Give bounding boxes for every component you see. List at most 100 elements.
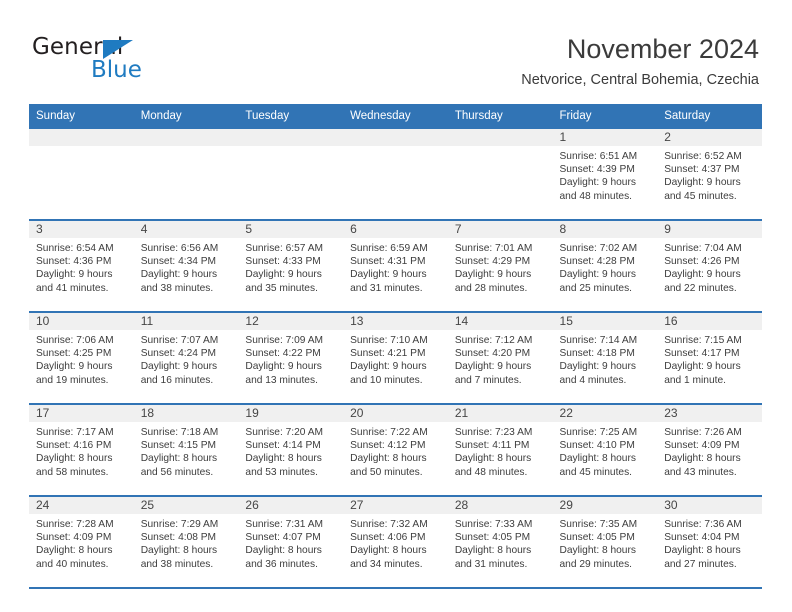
day-number: 29	[552, 497, 658, 514]
day-number: 11	[133, 313, 239, 330]
calendar-day-cell[interactable]: 30 Sunrise: 7:36 AM Sunset: 4:04 PM Dayligh…	[657, 496, 762, 587]
weekday-header-friday: Friday	[552, 104, 658, 128]
calendar-day-cell[interactable]: 24 Sunrise: 7:28 AM Sunset: 4:09 PM Dayligh…	[29, 496, 134, 587]
sunset-text: Sunset: 4:37 PM	[664, 164, 740, 176]
daylight-text-line2: and 10 minutes.	[350, 374, 423, 386]
day-details: Sunrise: 7:18 AM Sunset: 4:15 PM Daylight:…	[134, 422, 239, 479]
sunrise-text: Sunrise: 6:54 AM	[36, 243, 114, 254]
calendar-day-cell[interactable]: 5 Sunrise: 6:57 AM Sunset: 4:33 PM Daylight…	[238, 220, 344, 312]
daylight-text-line2: and 31 minutes.	[454, 558, 528, 570]
calendar-day-cell[interactable]: 7 Sunrise: 7:01 AM Sunset: 4:29 PM Daylight…	[447, 220, 553, 312]
day-details: Sunrise: 6:59 AM Sunset: 4:31 PM Daylight:…	[343, 238, 448, 295]
calendar-day-cell[interactable]: 15 Sunrise: 7:14 AM Sunset: 4:18 PM Dayligh…	[552, 312, 658, 404]
calendar-day-cell[interactable]: 13 Sunrise: 7:10 AM Sunset: 4:21 PM Dayligh…	[343, 312, 448, 404]
daylight-text-line2: and 48 minutes.	[454, 466, 528, 478]
sunrise-text: Sunrise: 7:02 AM	[559, 243, 638, 254]
day-number: 26	[238, 497, 344, 514]
daylight-text-line2: and 56 minutes.	[140, 466, 214, 478]
calendar-day-cell[interactable]: 28 Sunrise: 7:33 AM Sunset: 4:05 PM Dayligh…	[447, 496, 553, 587]
daylight-text-line2: and 40 minutes.	[36, 558, 109, 570]
daylight-text-line1: Daylight: 8 hours	[140, 545, 218, 557]
calendar-day-cell[interactable]: 4 Sunrise: 6:56 AM Sunset: 4:34 PM Daylight…	[133, 220, 239, 312]
calendar-day-cell[interactable]: 2 Sunrise: 6:52 AM Sunset: 4:37 PM Daylight…	[657, 128, 762, 220]
daylight-text-line1: Daylight: 8 hours	[140, 453, 218, 465]
weekday-header-tuesday: Tuesday	[238, 104, 344, 128]
day-number: 10	[29, 313, 134, 330]
calendar-day-cell[interactable]: 25 Sunrise: 7:29 AM Sunset: 4:08 PM Dayligh…	[133, 496, 239, 587]
daylight-text-line1: Daylight: 9 hours	[140, 269, 218, 281]
day-details: Sunrise: 7:06 AM Sunset: 4:25 PM Daylight:…	[29, 330, 134, 387]
day-details: Sunrise: 7:14 AM Sunset: 4:18 PM Daylight:…	[553, 330, 658, 387]
calendar-week-row: 24 Sunrise: 7:28 AM Sunset: 4:09 PM Dayligh…	[29, 496, 762, 587]
daylight-text-line1: Daylight: 9 hours	[245, 361, 322, 373]
daylight-text-line2: and 38 minutes.	[140, 282, 214, 294]
day-details: Sunrise: 7:07 AM Sunset: 4:24 PM Daylight:…	[134, 330, 239, 387]
sunrise-text: Sunrise: 7:15 AM	[664, 335, 742, 346]
sunrise-text: Sunrise: 6:56 AM	[140, 243, 219, 254]
day-number: 8	[552, 221, 658, 238]
page-subtitle: Netvorice, Central Bohemia, Czechia	[521, 72, 759, 88]
day-details: Sunrise: 7:35 AM Sunset: 4:05 PM Daylight:…	[553, 514, 658, 571]
general-blue-logo[interactable]: General Blue	[32, 34, 232, 90]
daylight-text-line2: and 4 minutes.	[559, 374, 627, 386]
sunset-text: Sunset: 4:16 PM	[36, 440, 112, 452]
calendar-day-cell[interactable]: 10 Sunrise: 7:06 AM Sunset: 4:25 PM Dayligh…	[29, 312, 134, 404]
calendar-day-cell[interactable]: 6 Sunrise: 6:59 AM Sunset: 4:31 PM Daylight…	[343, 220, 448, 312]
day-details: Sunrise: 7:02 AM Sunset: 4:28 PM Daylight:…	[553, 238, 658, 295]
calendar-day-cell[interactable]: 26 Sunrise: 7:31 AM Sunset: 4:07 PM Dayligh…	[238, 496, 344, 587]
sunrise-text: Sunrise: 7:14 AM	[559, 335, 638, 346]
daylight-text-line2: and 41 minutes.	[36, 282, 109, 294]
daylight-text-line2: and 13 minutes.	[245, 374, 318, 386]
day-number: 12	[238, 313, 344, 330]
daylight-text-line2: and 19 minutes.	[36, 374, 109, 386]
sunrise-text: Sunrise: 7:23 AM	[454, 427, 533, 438]
calendar-day-cell[interactable]: 18 Sunrise: 7:18 AM Sunset: 4:15 PM Dayligh…	[133, 404, 239, 496]
sunset-text: Sunset: 4:06 PM	[350, 532, 426, 544]
calendar-day-cell[interactable]: 12 Sunrise: 7:09 AM Sunset: 4:22 PM Dayligh…	[238, 312, 344, 404]
daylight-text-line2: and 48 minutes.	[559, 190, 633, 202]
calendar-day-cell[interactable]: 17 Sunrise: 7:17 AM Sunset: 4:16 PM Dayligh…	[29, 404, 134, 496]
daylight-text-line1: Daylight: 9 hours	[36, 269, 113, 281]
day-number: 27	[343, 497, 448, 514]
daylight-text-line1: Daylight: 8 hours	[559, 545, 636, 557]
daylight-text-line1: Daylight: 9 hours	[350, 361, 427, 373]
calendar-day-cell[interactable]: 14 Sunrise: 7:12 AM Sunset: 4:20 PM Dayligh…	[447, 312, 553, 404]
calendar-day-cell[interactable]: 16 Sunrise: 7:15 AM Sunset: 4:17 PM Dayligh…	[657, 312, 762, 404]
title-block: November 2024 Netvorice, Central Bohemia…	[521, 32, 759, 89]
day-number: 19	[238, 405, 344, 422]
calendar-day-cell[interactable]: 21 Sunrise: 7:23 AM Sunset: 4:11 PM Dayligh…	[447, 404, 553, 496]
calendar-day-cell[interactable]: 8 Sunrise: 7:02 AM Sunset: 4:28 PM Daylight…	[552, 220, 658, 312]
weekday-header-thursday: Thursday	[447, 104, 553, 128]
day-details: Sunrise: 7:17 AM Sunset: 4:16 PM Daylight:…	[29, 422, 134, 479]
page-header: General Blue November 2024 Netvorice, Ce…	[0, 0, 792, 100]
calendar-day-cell[interactable]: 23 Sunrise: 7:26 AM Sunset: 4:09 PM Dayligh…	[657, 404, 762, 496]
calendar-day-cell[interactable]: 27 Sunrise: 7:32 AM Sunset: 4:06 PM Dayligh…	[343, 496, 448, 587]
day-details: Sunrise: 7:29 AM Sunset: 4:08 PM Daylight:…	[134, 514, 239, 571]
sunset-text: Sunset: 4:18 PM	[559, 348, 635, 360]
sunrise-text: Sunrise: 7:26 AM	[664, 427, 742, 438]
calendar-day-cell[interactable]: 9 Sunrise: 7:04 AM Sunset: 4:26 PM Daylight…	[657, 220, 762, 312]
day-number: 17	[29, 405, 134, 422]
calendar-day-cell[interactable]: 11 Sunrise: 7:07 AM Sunset: 4:24 PM Dayligh…	[133, 312, 239, 404]
sunrise-text: Sunrise: 7:18 AM	[140, 427, 219, 438]
calendar-day-cell[interactable]: 29 Sunrise: 7:35 AM Sunset: 4:05 PM Dayligh…	[552, 496, 658, 587]
daylight-text-line1: Daylight: 9 hours	[559, 177, 636, 189]
calendar-day-cell[interactable]: 22 Sunrise: 7:25 AM Sunset: 4:10 PM Dayligh…	[552, 404, 658, 496]
sunset-text: Sunset: 4:26 PM	[664, 256, 740, 268]
calendar-day-cell-empty	[133, 128, 239, 220]
calendar-day-cell[interactable]: 3 Sunrise: 6:54 AM Sunset: 4:36 PM Daylight…	[29, 220, 134, 312]
daylight-text-line2: and 28 minutes.	[454, 282, 528, 294]
day-number: 2	[657, 129, 762, 146]
calendar-day-cell[interactable]: 20 Sunrise: 7:22 AM Sunset: 4:12 PM Dayligh…	[343, 404, 448, 496]
daylight-text-line2: and 45 minutes.	[559, 466, 633, 478]
sunset-text: Sunset: 4:15 PM	[140, 440, 217, 452]
daylight-text-line2: and 35 minutes.	[245, 282, 318, 294]
calendar-day-cell[interactable]: 19 Sunrise: 7:20 AM Sunset: 4:14 PM Dayligh…	[238, 404, 344, 496]
weekday-header-wednesday: Wednesday	[343, 104, 448, 128]
sunset-text: Sunset: 4:28 PM	[559, 256, 635, 268]
sunset-text: Sunset: 4:08 PM	[140, 532, 217, 544]
day-details: Sunrise: 7:31 AM Sunset: 4:07 PM Daylight:…	[238, 514, 343, 571]
day-number: 22	[552, 405, 658, 422]
sunrise-text: Sunrise: 7:07 AM	[140, 335, 219, 346]
calendar-day-cell[interactable]: 1 Sunrise: 6:51 AM Sunset: 4:39 PM Daylight…	[552, 128, 658, 220]
